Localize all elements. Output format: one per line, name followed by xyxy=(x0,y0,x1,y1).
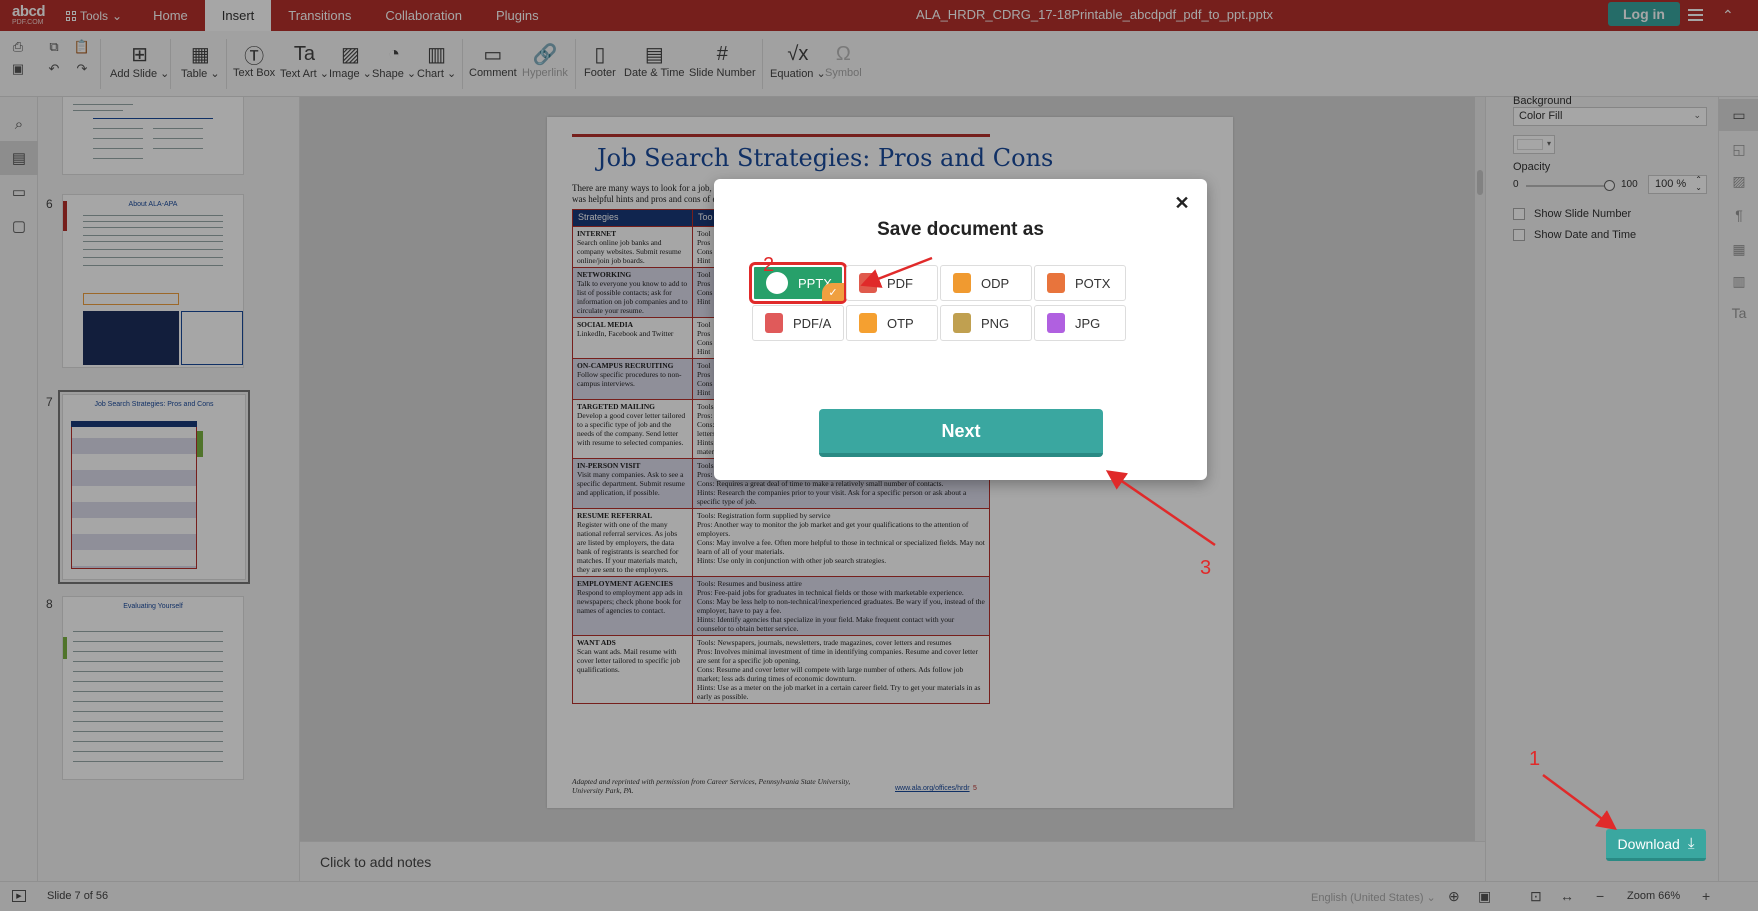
format-option-potx[interactable]: POTX xyxy=(1034,265,1126,301)
png-file-icon xyxy=(953,313,971,333)
annotation-number-1: 1 xyxy=(1529,748,1541,770)
format-label: OTP xyxy=(887,315,914,331)
dialog-title: Save document as xyxy=(877,219,1044,240)
save-as-dialog: Save document as ✕ PPTX ✓ PDF ODP POTX PDF/A O… xyxy=(714,179,1207,480)
format-option-otp[interactable]: OTP xyxy=(846,305,938,341)
format-label: ODP xyxy=(981,275,1010,291)
format-option-png[interactable]: PNG xyxy=(940,305,1032,341)
format-option-pdf-a[interactable]: PDF/A xyxy=(752,305,844,341)
format-option-jpg[interactable]: JPG xyxy=(1034,305,1126,341)
potx-file-icon xyxy=(1047,273,1065,293)
format-option-odp[interactable]: ODP xyxy=(940,265,1032,301)
format-option-pdf[interactable]: PDF xyxy=(846,265,938,301)
format-label: PDF/A xyxy=(793,315,832,331)
jpg-file-icon xyxy=(1047,313,1065,333)
pdf-file-icon xyxy=(859,273,877,293)
download-button[interactable]: Download ⤓ xyxy=(1606,829,1706,861)
next-button[interactable]: Next xyxy=(819,409,1103,457)
check-icon: ✓ xyxy=(822,283,844,301)
annotation-number-3: 3 xyxy=(1200,557,1212,579)
download-icon: ⤓ xyxy=(1687,835,1695,852)
download-label: Download xyxy=(1617,835,1680,852)
format-label: PNG xyxy=(981,315,1010,331)
odp-file-icon xyxy=(953,273,971,293)
close-icon[interactable]: ✕ xyxy=(1170,191,1194,215)
format-label: POTX xyxy=(1075,275,1111,291)
format-label: PDF xyxy=(887,275,913,291)
format-label: JPG xyxy=(1075,315,1101,331)
annotation-number-2: 2 xyxy=(763,254,775,276)
pdf-a-file-icon xyxy=(765,313,783,333)
otp-file-icon xyxy=(859,313,877,333)
